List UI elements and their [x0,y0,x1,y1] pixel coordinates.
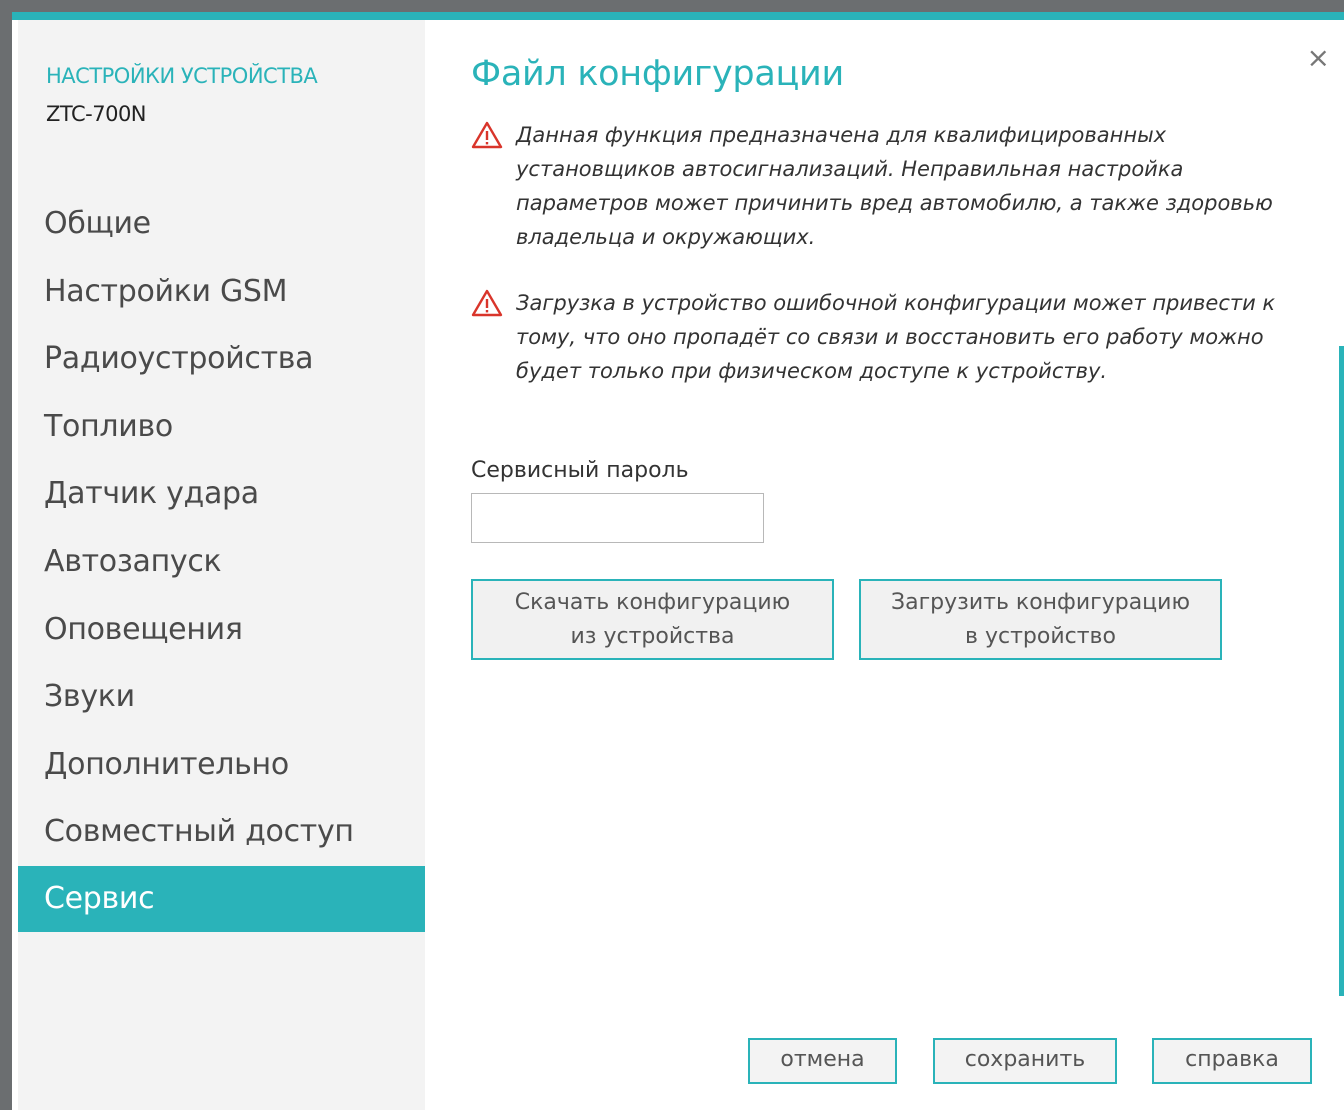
close-icon[interactable]: × [1307,44,1330,72]
sidebar-nav: Общие Настройки GSM Радиоустройства Топл… [18,190,425,932]
upload-config-label-line1: Загрузить конфигурацию [891,590,1190,615]
sidebar-item-fuel[interactable]: Топливо [18,393,425,461]
download-config-button[interactable]: Скачать конфигурацию из устройства [471,579,834,660]
settings-dialog: НАСТРОЙКИ УСТРОЙСТВА ZTC-700N Общие Наст… [12,12,1344,1110]
download-config-label-line1: Скачать конфигурацию [514,590,791,615]
page-title: Файл конфигурации [471,54,844,94]
help-button[interactable]: справка [1152,1038,1312,1084]
upload-config-label-line2: в устройство [965,624,1116,649]
warning-icon [471,289,503,317]
sidebar: НАСТРОЙКИ УСТРОЙСТВА ZTC-700N Общие Наст… [18,20,425,1110]
sidebar-item-autostart[interactable]: Автозапуск [18,528,425,596]
download-config-label-line2: из устройства [570,624,735,649]
upload-config-button[interactable]: Загрузить конфигурацию в устройство [859,579,1222,660]
device-name: ZTC-700N [46,102,147,126]
sidebar-item-gsm-settings[interactable]: Настройки GSM [18,258,425,326]
sidebar-item-additional[interactable]: Дополнительно [18,731,425,799]
sidebar-item-sounds[interactable]: Звуки [18,663,425,731]
cancel-button[interactable]: отмена [748,1038,897,1084]
save-button[interactable]: сохранить [933,1038,1117,1084]
sidebar-item-notifications[interactable]: Оповещения [18,596,425,664]
sidebar-item-radio-devices[interactable]: Радиоустройства [18,325,425,393]
warning-icon [471,121,503,149]
service-password-label: Сервисный пароль [471,458,689,483]
sidebar-header: НАСТРОЙКИ УСТРОЙСТВА [46,64,318,88]
warning-text: Загрузка в устройство ошибочной конфигур… [516,291,1276,383]
warning-text: Данная функция предназначена для квалифи… [516,123,1273,249]
sidebar-item-service[interactable]: Сервис [18,865,425,932]
sidebar-item-shock-sensor[interactable]: Датчик удара [18,460,425,528]
sidebar-item-shared-access[interactable]: Совместный доступ [18,798,425,866]
service-password-input[interactable] [471,493,764,543]
sidebar-item-general[interactable]: Общие [18,190,425,258]
scrollbar[interactable] [1339,346,1344,996]
